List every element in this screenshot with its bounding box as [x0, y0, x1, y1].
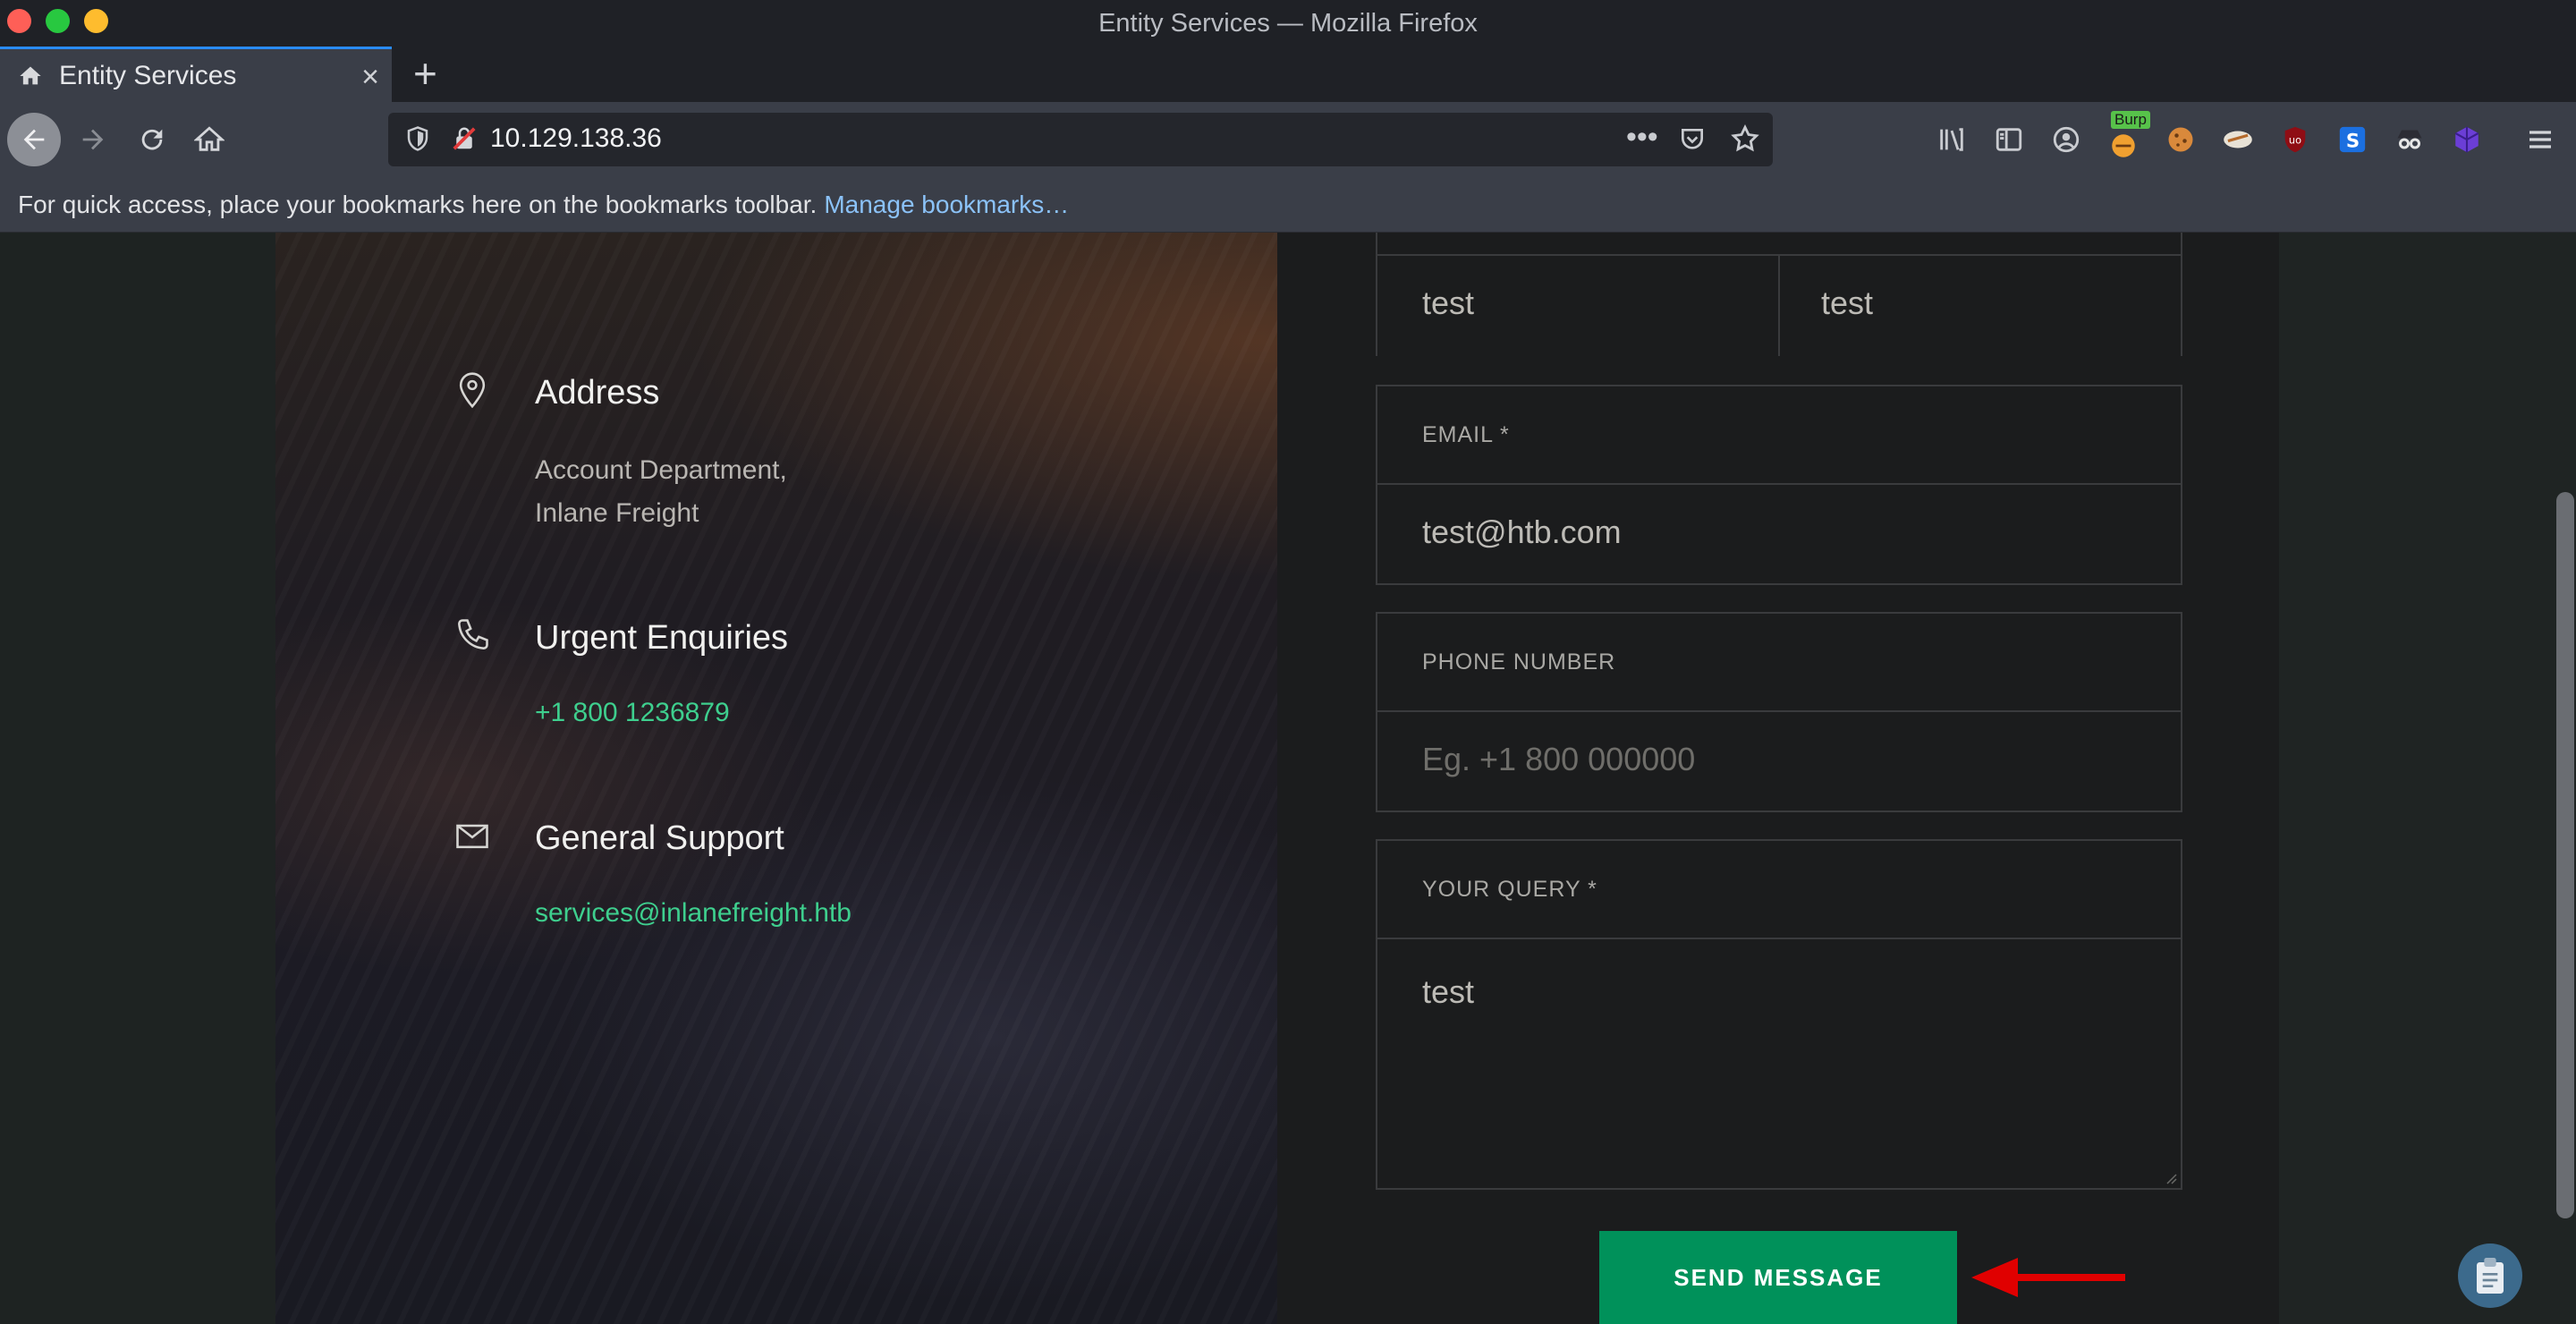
cube-extension-icon[interactable] — [2442, 115, 2492, 165]
query-textarea[interactable]: test — [1377, 939, 2181, 1188]
url-bar[interactable]: 10.129.138.36 ••• — [388, 113, 1773, 166]
mail-icon — [456, 824, 488, 849]
arrow-right-icon — [82, 129, 104, 150]
map-pin-icon — [459, 372, 486, 409]
shield-icon — [407, 126, 428, 151]
contact-form-panel: test test EMAIL * test@htb.com PHONE NUM… — [1277, 233, 2279, 1324]
ublock-extension-icon[interactable]: uo — [2270, 115, 2320, 165]
close-window-button[interactable] — [7, 9, 31, 33]
nav-toolbar: 10.129.138.36 ••• Burp uo S — [0, 102, 2576, 177]
address-line-2: Inlane Freight — [535, 498, 699, 528]
last-name-value: test — [1821, 284, 1874, 321]
close-tab-icon[interactable]: × — [361, 60, 379, 95]
tab-title: Entity Services — [59, 60, 237, 90]
email-label: EMAIL * — [1422, 422, 1510, 447]
page-scrollbar[interactable] — [2556, 492, 2574, 1218]
clipboard-icon — [2477, 1258, 2504, 1294]
svg-text:uo: uo — [2289, 133, 2301, 146]
reload-button[interactable] — [125, 113, 179, 166]
phone-link[interactable]: +1 800 1236879 — [535, 698, 730, 728]
window-title: Entity Services — Mozilla Firefox — [1098, 8, 1478, 38]
last-name-input[interactable]: test — [1778, 254, 2181, 354]
home-button[interactable] — [182, 113, 236, 166]
first-name-input[interactable]: test — [1377, 254, 1776, 354]
pocket-icon[interactable] — [1678, 125, 1707, 154]
insecure-lock-icon — [453, 127, 476, 150]
new-tab-button[interactable]: + — [413, 50, 437, 97]
back-button[interactable] — [7, 113, 61, 166]
email-input[interactable]: test@htb.com — [1377, 485, 2181, 583]
sidebar-icon[interactable] — [1984, 115, 2034, 165]
annotation-arrow — [1971, 1258, 2125, 1297]
library-icon[interactable] — [1927, 115, 1977, 165]
window-controls — [7, 9, 108, 33]
spy-extension-icon[interactable] — [2385, 115, 2435, 165]
arrow-left-icon — [23, 129, 45, 150]
window-titlebar: Entity Services — Mozilla Firefox — [0, 0, 2576, 47]
email-field: EMAIL * test@htb.com — [1376, 385, 2182, 585]
home-icon — [20, 66, 41, 84]
home-icon — [194, 126, 225, 151]
phone-placeholder: Eg. +1 800 000000 — [1422, 741, 1696, 777]
support-email-link[interactable]: services@inlanefreight.htb — [535, 898, 852, 929]
cookie-editor-extension-icon[interactable] — [2213, 115, 2263, 165]
address-heading: Address — [535, 374, 660, 412]
phone-icon — [458, 619, 488, 649]
email-value: test@htb.com — [1422, 513, 1622, 550]
address-line-1: Account Department, — [535, 455, 787, 485]
tab-entity-services[interactable]: Entity Services × — [0, 47, 392, 102]
burp-extension-icon[interactable]: Burp — [2098, 111, 2150, 165]
tab-bar: Entity Services × + — [0, 47, 2576, 102]
bookmarks-message: For quick access, place your bookmarks h… — [18, 190, 818, 218]
first-name-value: test — [1422, 284, 1475, 321]
query-label: YOUR QUERY * — [1422, 877, 1597, 902]
urgent-enquiries-heading: Urgent Enquiries — [535, 619, 789, 657]
url-text: 10.129.138.36 — [490, 123, 662, 153]
phone-input[interactable]: Eg. +1 800 000000 — [1377, 712, 2181, 811]
contact-info-panel: Address Account Department, Inlane Freig… — [275, 233, 1277, 1324]
page-left-margin — [0, 233, 275, 1324]
query-field: YOUR QUERY * test — [1376, 839, 2182, 1190]
manage-bookmarks-link[interactable]: Manage bookmarks… — [824, 191, 1069, 219]
forward-button[interactable] — [66, 113, 120, 166]
page-viewport: Address Account Department, Inlane Freig… — [0, 233, 2576, 1324]
send-message-button[interactable]: SEND MESSAGE — [1599, 1231, 1957, 1324]
cookie-extension-icon[interactable] — [2156, 115, 2206, 165]
query-value: test — [1422, 973, 1475, 1010]
phone-label: PHONE NUMBER — [1422, 649, 1616, 675]
s-extension-icon[interactable]: S — [2327, 115, 2377, 165]
page-right-margin — [2279, 233, 2576, 1324]
reload-icon — [141, 129, 163, 150]
resize-handle-icon[interactable] — [2161, 1168, 2177, 1184]
minimize-window-button[interactable] — [84, 9, 108, 33]
hamburger-menu-icon[interactable] — [2515, 115, 2565, 165]
page-actions-icon[interactable]: ••• — [1626, 120, 1658, 155]
account-icon[interactable] — [2041, 115, 2091, 165]
bookmarks-toolbar: For quick access, place your bookmarks h… — [0, 177, 2576, 233]
burp-badge: Burp — [2111, 111, 2150, 129]
svg-text:S: S — [2346, 131, 2360, 153]
bookmark-star-icon[interactable] — [1730, 123, 1760, 154]
phone-field: PHONE NUMBER Eg. +1 800 000000 — [1376, 612, 2182, 812]
maximize-window-button[interactable] — [46, 9, 70, 33]
general-support-heading: General Support — [535, 819, 784, 857]
clipboard-float-button[interactable] — [2458, 1243, 2522, 1308]
